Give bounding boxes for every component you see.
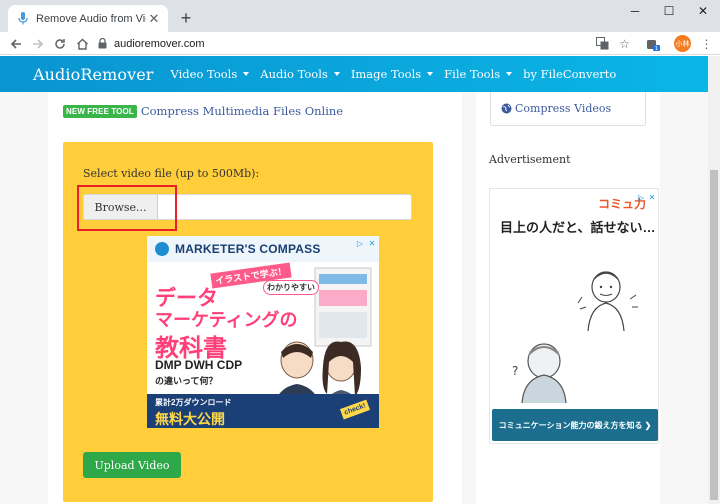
- sidebar-ad-man-illustration: [577, 271, 638, 332]
- ad-brand-logo-icon: [155, 242, 169, 256]
- ad-footer-band: 累計2万ダウンロード 無料大公開 check!: [147, 394, 379, 428]
- extension-icon[interactable]: 1: [644, 35, 661, 52]
- ad-close-icon[interactable]: ✕: [647, 192, 657, 202]
- profile-avatar[interactable]: 小林: [674, 35, 691, 52]
- nav-image-tools[interactable]: Image Tools: [350, 67, 434, 81]
- microphone-icon: [16, 12, 30, 26]
- nav-audio-tools[interactable]: Audio Tools: [260, 67, 340, 81]
- new-tab-button[interactable]: +: [176, 8, 196, 28]
- nav-label: File Tools: [444, 67, 501, 81]
- ad-banner-marketing[interactable]: MARKETER'S COMPASS ▷ ✕ イラストで学ぶ！ わかりやすい デ…: [147, 236, 379, 428]
- back-arrow-icon[interactable]: [6, 34, 26, 53]
- svg-text:?: ?: [512, 364, 518, 378]
- advertisement-label: Advertisement: [489, 153, 571, 166]
- nav-file-tools[interactable]: File Tools: [444, 67, 513, 81]
- browser-tab[interactable]: Remove Audio from Video Onli ✕: [8, 5, 168, 32]
- nav-label: Image Tools: [350, 67, 422, 81]
- new-free-tool-badge: NEW FREE TOOL: [63, 104, 137, 118]
- home-icon[interactable]: [72, 34, 92, 53]
- translate-icon[interactable]: [594, 35, 611, 52]
- globe-icon: [501, 103, 512, 114]
- compress-videos-label: Compress Videos: [515, 102, 612, 115]
- browser-tab-strip: Remove Audio from Video Onli ✕ + ─ ☐ ✕: [0, 0, 720, 32]
- sidebar-ad-banner[interactable]: コミュ力 ▷ ✕ 目上の人だと、話せない… ? コミュニケーション能力の鍛え方を…: [489, 188, 659, 444]
- upload-video-button[interactable]: Upload Video: [83, 452, 181, 478]
- ad-difference-text: の違いって何？: [155, 376, 218, 386]
- minimize-icon[interactable]: ─: [618, 0, 652, 22]
- site-navbar: AudioRemover Video Tools Audio Tools Ima…: [0, 56, 708, 92]
- ad-brand-name: MARKETER'S COMPASS: [175, 242, 321, 256]
- caret-down-icon: [506, 72, 513, 76]
- url-text: audioremover.com: [114, 37, 205, 50]
- ad-check-badge: check!: [339, 399, 371, 420]
- caret-down-icon: [333, 72, 340, 76]
- compress-videos-link[interactable]: Compress Videos: [501, 102, 611, 115]
- page-gutter: [660, 92, 708, 504]
- nav-label: by FileConverto: [523, 67, 617, 81]
- adchoices-icon[interactable]: ▷: [636, 192, 646, 202]
- menu-kebab-icon[interactable]: ⋮: [698, 35, 715, 52]
- nav-video-tools[interactable]: Video Tools: [171, 67, 250, 81]
- sidebar-ad-boy-illustration: ?: [512, 343, 567, 403]
- new-tool-promo: NEW FREE TOOL Compress Multimedia Files …: [63, 104, 343, 118]
- ad-header: MARKETER'S COMPASS: [147, 236, 379, 262]
- page-content: NEW FREE TOOL Compress Multimedia Files …: [0, 92, 708, 504]
- ad-dmp-dwh-cdp: DMP DWH CDP: [155, 358, 243, 372]
- sidebar-ad-title: 目上の人だと、話せない…: [500, 220, 656, 235]
- sidebar-card: Compress Videos: [490, 92, 646, 126]
- select-file-label: Select video file (up to 500Mb):: [83, 167, 260, 180]
- page-gutter: [0, 92, 48, 504]
- site-logo[interactable]: AudioRemover: [33, 65, 154, 84]
- star-bookmark-icon[interactable]: ☆: [616, 35, 633, 52]
- page-gutter: [462, 92, 476, 504]
- maximize-icon[interactable]: ☐: [652, 0, 686, 22]
- lock-icon: [96, 38, 108, 50]
- scrollbar-thumb[interactable]: [710, 170, 718, 500]
- ad-close-icon[interactable]: ✕: [367, 238, 377, 248]
- sidebar-ad-cta[interactable]: コミュニケーション能力の鍛え方を知る ❯: [492, 409, 658, 441]
- nav-label: Video Tools: [170, 67, 238, 81]
- caret-down-icon: [427, 72, 434, 76]
- nav-label: Audio Tools: [260, 67, 328, 81]
- ad-free-release: 無料大公開: [155, 411, 225, 427]
- ad-tag-easy: わかりやすい: [263, 280, 319, 295]
- forward-arrow-icon[interactable]: [28, 34, 48, 53]
- browser-toolbar: audioremover.com ☆ 1 小林 ⋮: [0, 32, 720, 55]
- close-tab-icon[interactable]: ✕: [146, 11, 162, 27]
- compress-multimedia-link[interactable]: Compress Multimedia Files Online: [141, 104, 343, 118]
- address-bar[interactable]: audioremover.com: [96, 34, 636, 53]
- close-window-icon[interactable]: ✕: [686, 0, 720, 22]
- ad-download-count: 累計2万ダウンロード: [155, 398, 232, 407]
- reload-icon[interactable]: [50, 34, 70, 53]
- tab-title: Remove Audio from Video Onli: [36, 12, 146, 25]
- extension-badge: 1: [654, 46, 658, 51]
- nav-by-fileconverto[interactable]: by FileConverto: [523, 67, 616, 81]
- upload-panel: Select video file (up to 500Mb): Browse.…: [63, 142, 433, 502]
- caret-down-icon: [243, 72, 250, 76]
- red-highlight-box: [77, 185, 177, 231]
- adchoices-icon[interactable]: ▷: [355, 238, 365, 248]
